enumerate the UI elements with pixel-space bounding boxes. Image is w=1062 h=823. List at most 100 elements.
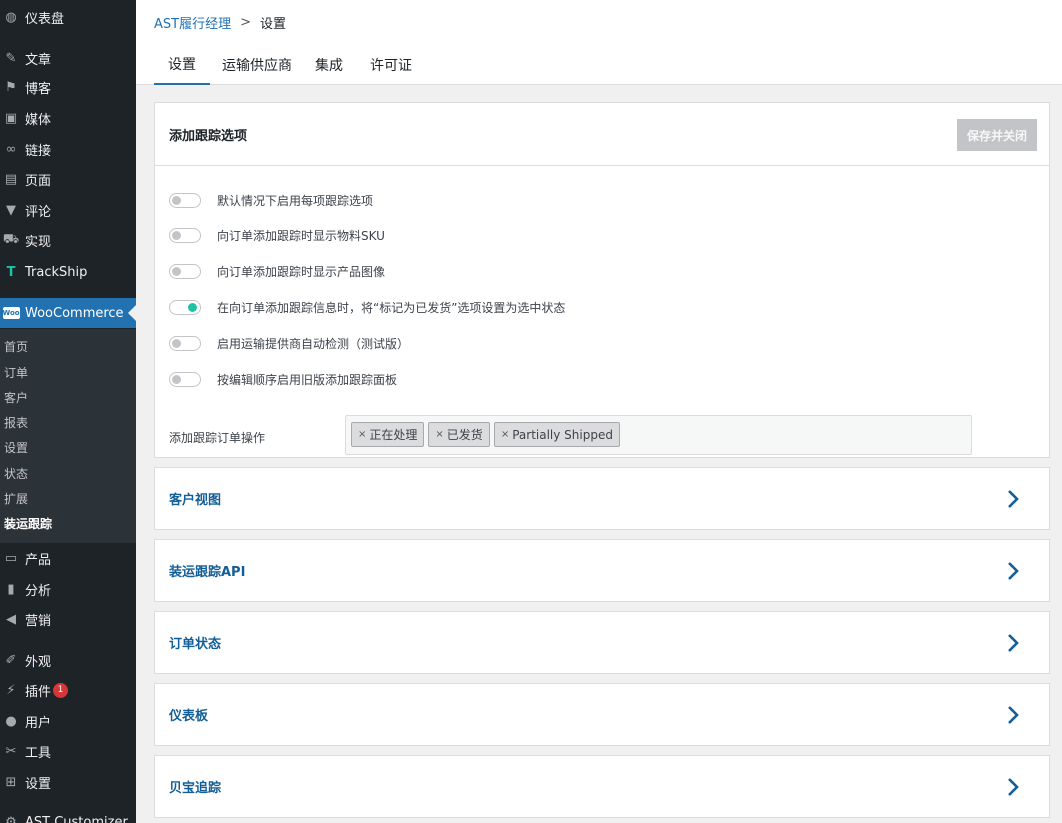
submenu-item-extensions[interactable]: 扩展 bbox=[4, 490, 28, 507]
sidebar-item-label: WooCommerce bbox=[25, 305, 124, 321]
toggle-knob bbox=[172, 195, 181, 205]
toggle-switch[interactable] bbox=[169, 192, 201, 208]
order-action-chip: × Partially Shipped bbox=[493, 422, 620, 447]
accordion-section[interactable]: 仪表板 bbox=[154, 683, 1050, 746]
order-action-chip: × 正在处理 bbox=[351, 422, 425, 447]
save-and-close-button[interactable]: 保存并关闭 bbox=[957, 119, 1037, 151]
sidebar-item-label: AST Customizer bbox=[25, 814, 128, 823]
tracking-option-row: 按编辑顺序启用旧版添加跟踪面板 bbox=[169, 369, 397, 389]
submenu-item-reports[interactable]: 报表 bbox=[4, 414, 28, 431]
submenu-item-status[interactable]: 状态 bbox=[4, 465, 28, 482]
archive-icon: ▭ bbox=[4, 550, 18, 566]
woocommerce-icon: Woo bbox=[2, 307, 20, 319]
sidebar-item-woocommerce[interactable]: Woo WooCommerce bbox=[0, 298, 136, 328]
tab-license[interactable]: 许可证 bbox=[370, 44, 412, 85]
chevron-right-icon bbox=[1008, 490, 1019, 508]
update-count-badge: 1 bbox=[53, 682, 69, 698]
sidebar-item-wrench[interactable]: ✂ 工具 bbox=[0, 736, 136, 766]
remove-chip-icon[interactable]: × bbox=[435, 429, 443, 440]
sidebar-item-dashboard[interactable]: ◍ 仪表盘 bbox=[0, 2, 136, 32]
tracking-option-row: 向订单添加跟踪时显示物料SKU bbox=[169, 225, 385, 245]
sidebar-item-flag[interactable]: ⚑ 博客 bbox=[0, 72, 136, 102]
chart-bar-icon: ▮ bbox=[7, 581, 15, 597]
tracking-option-label: 在向订单添加跟踪信息时，将“标记为已发货”选项设置为选中状态 bbox=[217, 300, 566, 315]
breadcrumb-current: 设置 bbox=[260, 16, 287, 32]
toggle-switch[interactable] bbox=[169, 371, 201, 387]
sidebar-item-label: 插件 bbox=[25, 684, 52, 700]
brush-icon: ✐ bbox=[5, 652, 17, 668]
accordion-title: 装运跟踪API bbox=[169, 565, 246, 580]
tab-shipping-providers[interactable]: 运输供应商 bbox=[222, 44, 292, 85]
tracking-option-label: 按编辑顺序启用旧版添加跟踪面板 bbox=[217, 372, 398, 387]
submenu-item-shipment-tracking[interactable]: 装运跟踪 bbox=[4, 515, 52, 532]
tracking-order-actions-label: 添加跟踪订单操作 bbox=[169, 431, 266, 445]
accordion-title: 贝宝追踪 bbox=[169, 781, 222, 796]
submenu-item-home[interactable]: 首页 bbox=[4, 338, 28, 355]
accordion-title: 仪表板 bbox=[169, 709, 209, 724]
user-icon: ● bbox=[5, 713, 17, 729]
tracking-option-row: 在向订单添加跟踪信息时，将“标记为已发货”选项设置为选中状态 bbox=[169, 297, 565, 317]
sidebar-item-label: 外观 bbox=[25, 654, 52, 670]
sidebar-item-trackship[interactable]: T TrackShip bbox=[0, 257, 136, 287]
sidebar-item-comment[interactable]: ▼ 评论 bbox=[0, 195, 136, 225]
sidebar-item-chart-bar[interactable]: ▮ 分析 bbox=[0, 574, 136, 604]
submenu-item-orders[interactable]: 订单 bbox=[4, 364, 28, 381]
chevron-right-icon bbox=[1008, 778, 1019, 796]
toggle-switch[interactable] bbox=[169, 299, 201, 315]
submenu-item-customers[interactable]: 客户 bbox=[4, 389, 28, 406]
toggle-knob bbox=[188, 302, 197, 312]
sidebar-item-brush[interactable]: ✐ 外观 bbox=[0, 645, 136, 675]
toggle-switch[interactable] bbox=[169, 335, 201, 351]
panel-title: 添加跟踪选项 bbox=[155, 103, 1049, 166]
tracking-option-row: 启用运输提供商自动检测（测试版） bbox=[169, 333, 409, 353]
chevron-right-icon bbox=[1008, 706, 1019, 724]
settings-tabs: 设置 运输供应商 集成 许可证 bbox=[136, 44, 1062, 85]
tab-integrations[interactable]: 集成 bbox=[315, 44, 343, 85]
add-tracking-options-panel: 添加跟踪选项 保存并关闭 默认情况下启用每项跟踪选项 向订单添加跟踪时显示物料SK… bbox=[154, 102, 1050, 458]
sidebar-item-label: 产品 bbox=[25, 552, 52, 568]
submenu-item-settings[interactable]: 设置 bbox=[4, 439, 28, 456]
sidebar-item-gear[interactable]: ⚙ AST Customizer bbox=[0, 807, 136, 823]
sidebar-item-settings[interactable]: ⊞ 设置 bbox=[0, 767, 136, 797]
remove-chip-icon[interactable]: × bbox=[501, 429, 509, 440]
admin-sidebar: 首页 订单 客户 报表 设置 状态 扩展 装运跟踪 ◍ 仪表盘 ✎ 文章 ⚑ 博客 ▣ 媒体 ∞… bbox=[0, 0, 136, 823]
sidebar-item-label: 页面 bbox=[25, 173, 52, 189]
sidebar-item-label: 设置 bbox=[25, 776, 52, 792]
sidebar-item-archive[interactable]: ▭ 产品 bbox=[0, 543, 136, 573]
accordion-section[interactable]: 装运跟踪API bbox=[154, 539, 1050, 602]
sidebar-item-link[interactable]: ∞ 链接 bbox=[0, 134, 136, 164]
accordion-section[interactable]: 贝宝追踪 bbox=[154, 755, 1050, 818]
settings-icon: ⊞ bbox=[5, 774, 17, 790]
accordion-section[interactable]: 订单状态 bbox=[154, 611, 1050, 674]
sidebar-item-megaphone[interactable]: ◀ 营销 bbox=[0, 604, 136, 634]
sidebar-item-pin[interactable]: ✎ 文章 bbox=[0, 43, 136, 73]
tracking-option-label: 启用运输提供商自动检测（测试版） bbox=[217, 336, 410, 351]
page-icon: ▤ bbox=[4, 171, 18, 187]
tracking-option-label: 默认情况下启用每项跟踪选项 bbox=[217, 193, 374, 208]
toggle-knob bbox=[172, 374, 181, 384]
sidebar-item-plugin[interactable]: ⚡ 插件 1 bbox=[0, 675, 136, 705]
remove-chip-icon[interactable]: × bbox=[358, 429, 366, 440]
tracking-option-label: 向订单添加跟踪时显示物料SKU bbox=[217, 228, 385, 243]
woocommerce-submenu: 首页 订单 客户 报表 设置 状态 扩展 装运跟踪 bbox=[0, 329, 136, 543]
tracking-order-actions-select[interactable]: × 正在处理 × 已发货 × Partially Shipped bbox=[345, 415, 972, 455]
sidebar-item-user[interactable]: ● 用户 bbox=[0, 706, 136, 736]
fulfillment-icon: ⛟ bbox=[2, 231, 20, 247]
media-icon: ▣ bbox=[4, 110, 18, 126]
megaphone-icon: ◀ bbox=[6, 611, 16, 627]
sidebar-item-label: 用户 bbox=[25, 715, 52, 731]
breadcrumb-parent-link[interactable]: AST履行经理 bbox=[154, 13, 231, 32]
gear-icon: ⚙ bbox=[5, 814, 17, 823]
dashboard-icon: ◍ bbox=[5, 9, 17, 25]
toggle-knob bbox=[172, 230, 181, 240]
sidebar-item-label: 媒体 bbox=[25, 112, 52, 128]
sidebar-item-fulfillment[interactable]: ⛟ 实现 bbox=[0, 225, 136, 255]
sidebar-item-label: TrackShip bbox=[25, 264, 88, 280]
toggle-switch[interactable] bbox=[169, 263, 201, 279]
sidebar-item-page[interactable]: ▤ 页面 bbox=[0, 164, 136, 194]
accordion-section[interactable]: 客户视图 bbox=[154, 467, 1050, 530]
sidebar-item-media[interactable]: ▣ 媒体 bbox=[0, 103, 136, 133]
toggle-switch[interactable] bbox=[169, 227, 201, 243]
tab-settings[interactable]: 设置 bbox=[154, 44, 210, 85]
breadcrumb-separator: > bbox=[240, 14, 251, 30]
